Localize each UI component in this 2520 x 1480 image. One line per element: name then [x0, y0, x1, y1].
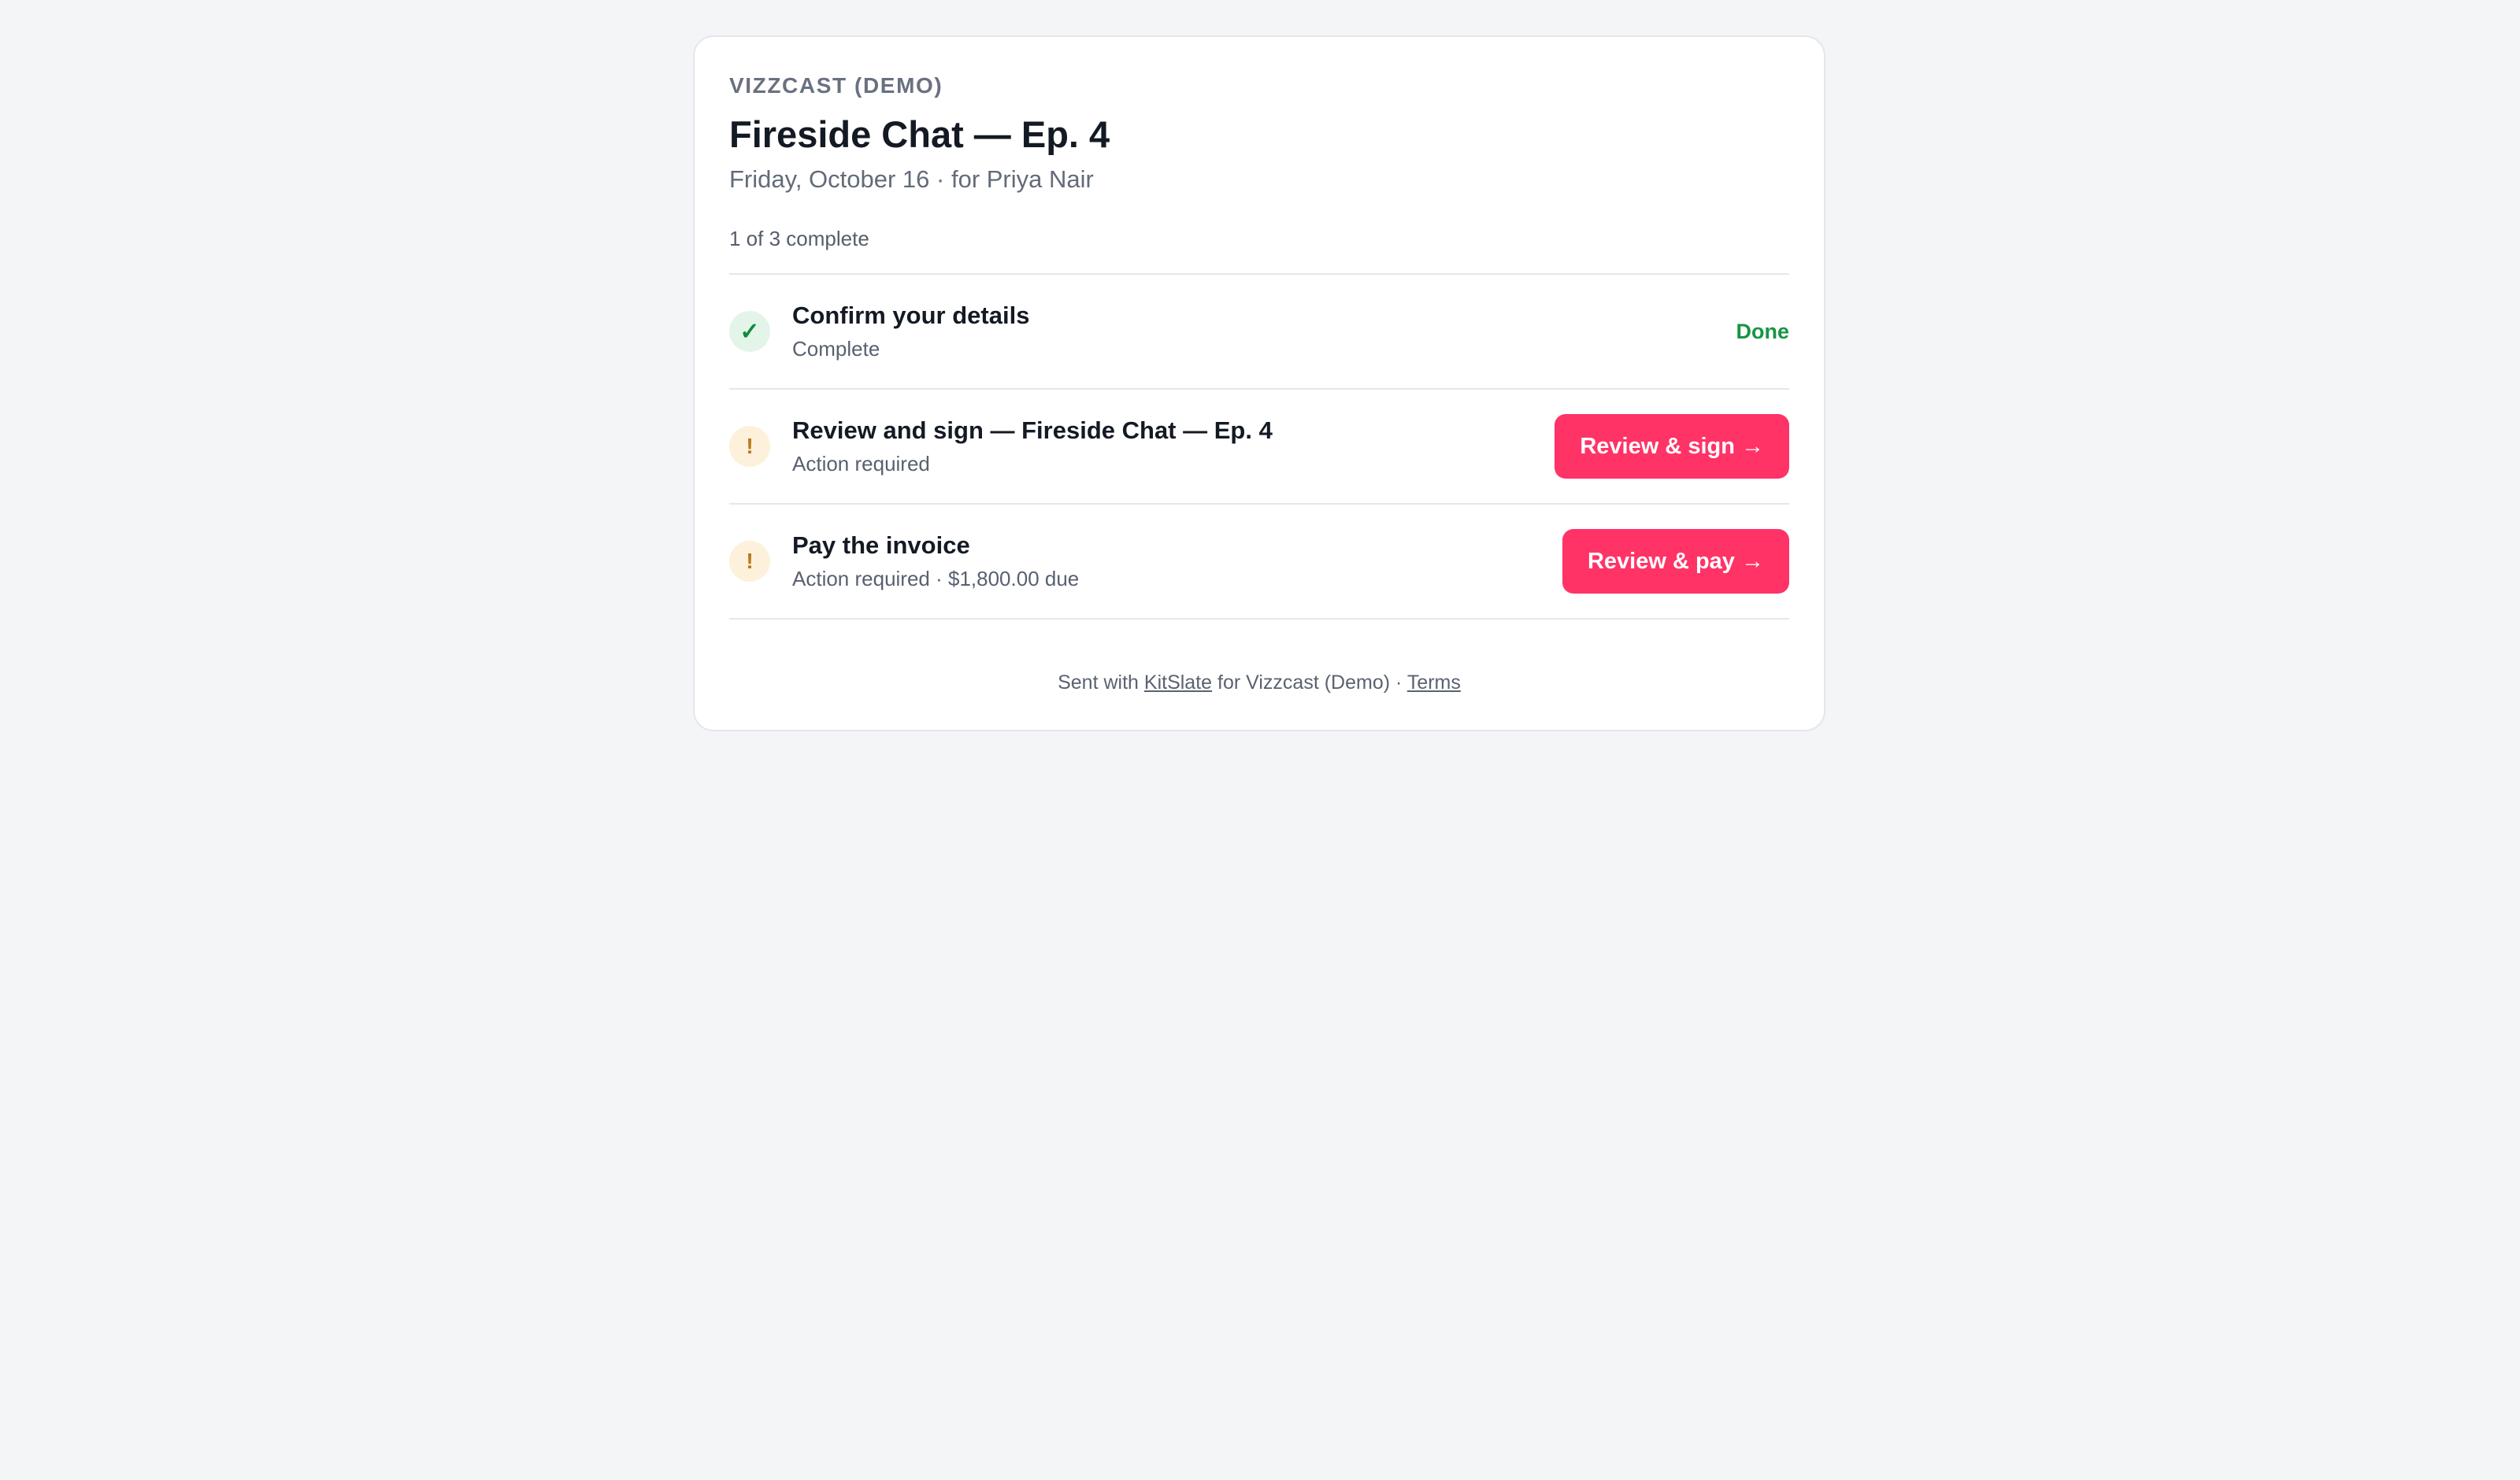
- task-title: Confirm your details: [792, 302, 1030, 329]
- task-status: Action required · $1,800.00 due: [792, 567, 1080, 590]
- task-status: Complete: [792, 337, 880, 361]
- check-icon: ✓: [729, 311, 770, 352]
- review-sign-button[interactable]: Review & sign →: [1555, 414, 1789, 479]
- checklist-card: VIZZCAST (DEMO) Fireside Chat — Ep. 4 Fr…: [693, 35, 1825, 731]
- task-text: Pay the invoice Action required · $1,800…: [792, 531, 1562, 592]
- kitslate-link[interactable]: KitSlate: [1144, 672, 1212, 694]
- task-title: Review and sign — Fireside Chat — Ep. 4: [792, 416, 1273, 444]
- task-row-confirm-details: ✓ Confirm your details Complete Done: [729, 275, 1789, 390]
- task-status: Action required: [792, 452, 930, 475]
- review-pay-button[interactable]: Review & pay →: [1562, 529, 1789, 594]
- page-title: Fireside Chat — Ep. 4: [729, 113, 1110, 155]
- footer: Sent with KitSlate for Vizzcast (Demo) ·…: [695, 670, 1824, 695]
- task-row-pay-invoice: ! Pay the invoice Action required · $1,8…: [729, 505, 1789, 620]
- page-subtitle: Friday, October 16 · for Priya Nair: [729, 165, 1094, 193]
- task-title: Pay the invoice: [792, 531, 970, 559]
- task-text: Review and sign — Fireside Chat — Ep. 4 …: [792, 416, 1555, 477]
- exclamation-icon: !: [729, 541, 770, 582]
- footer-sent-with: Sent with: [1058, 672, 1139, 694]
- terms-link[interactable]: Terms: [1407, 672, 1461, 694]
- task-text: Confirm your details Complete: [792, 301, 1736, 362]
- task-row-review-sign: ! Review and sign — Fireside Chat — Ep. …: [729, 390, 1789, 505]
- progress-text: 1 of 3 complete: [729, 226, 1789, 275]
- exclamation-icon: !: [729, 426, 770, 467]
- footer-for-text: for Vizzcast (Demo) ·: [1217, 672, 1403, 694]
- done-label: Done: [1736, 319, 1790, 343]
- brand-name: VIZZCAST (DEMO): [729, 73, 943, 98]
